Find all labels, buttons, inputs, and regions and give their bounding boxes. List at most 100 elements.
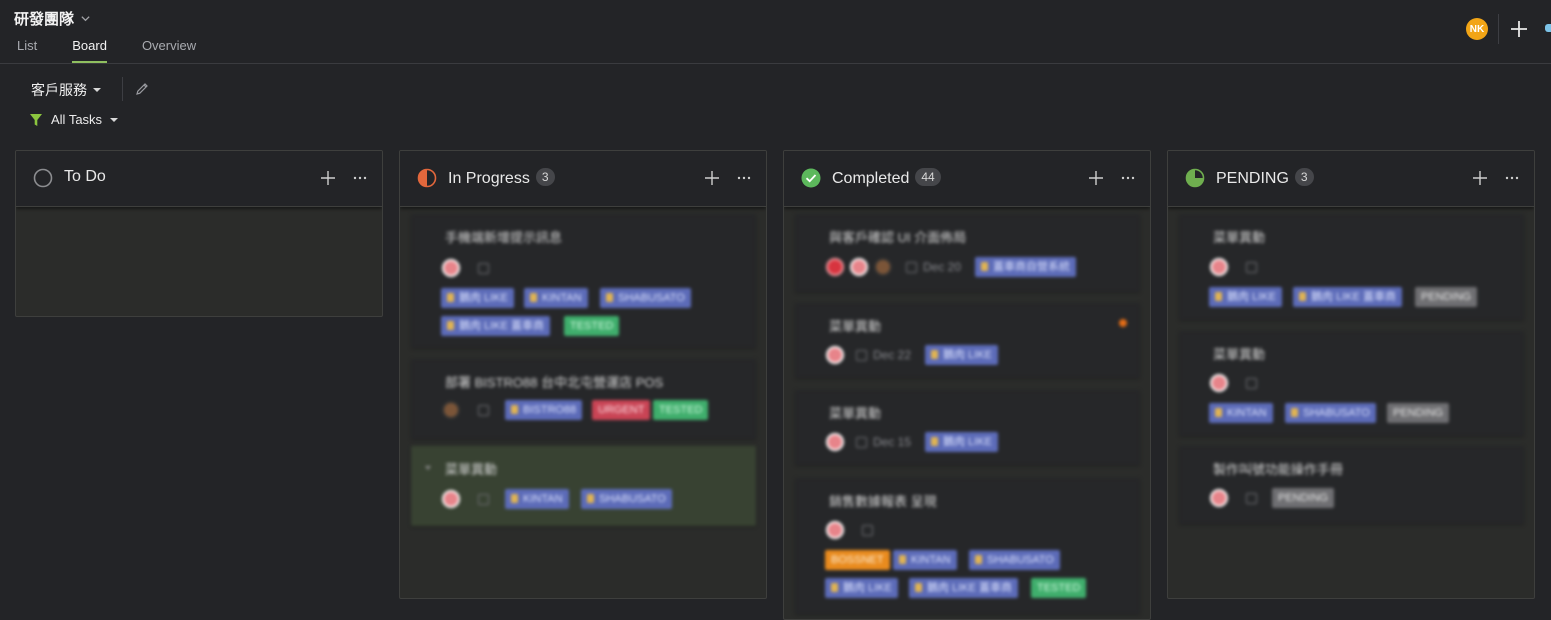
calendar-icon[interactable] [1246,378,1257,389]
chevron-down-icon[interactable] [80,13,91,24]
card-title: 菜單異動 [1213,347,1266,362]
calendar-icon[interactable] [478,263,489,274]
pencil-icon[interactable] [134,81,150,97]
funnel-icon [30,113,42,126]
tag[interactable]: 鵝肉 LIKE 蓋車商 [441,316,550,336]
top-bar: 研發團隊 List Board Overview NK [0,0,1551,64]
column-header: To Do [16,151,382,207]
ellipsis-icon[interactable] [1504,170,1520,186]
assignee-avatar[interactable] [826,433,844,451]
assignee-avatar[interactable] [1210,489,1228,507]
tag[interactable]: URGENT [592,400,651,420]
tag[interactable]: PENDING [1387,403,1450,423]
calendar-icon[interactable] [1246,262,1257,273]
task-filter[interactable]: All Tasks [29,112,119,127]
calendar-icon[interactable] [1246,493,1257,504]
tag[interactable]: BISTRO88 [505,400,583,420]
due-date[interactable]: Dec 15 [873,435,911,449]
column-title: To Do [64,168,106,186]
task-card[interactable]: 菜單異動 Dec 22 鵝肉 LIKE [795,303,1140,378]
column-title-text: To Do [64,168,106,185]
view-selector[interactable]: 客戶服務 [31,80,101,100]
tag[interactable]: TESTED [1031,578,1087,598]
ellipsis-icon[interactable] [736,170,752,186]
tag[interactable]: 蓋車商自營系統 [975,257,1076,277]
task-card[interactable]: 部署 BISTRO88 台中北屯營運店 POS BISTRO88 URGENT … [411,359,756,439]
tab-list[interactable]: List [17,36,37,63]
calendar-icon[interactable] [856,437,867,448]
calendar-icon[interactable] [856,350,867,361]
assignee-avatar[interactable] [826,346,844,364]
task-card[interactable]: 手機端新增提示訊息 鵝肉 LIKE KINTAN SHABUSATO 鵝肉 LI… [411,214,756,348]
due-date[interactable]: Dec 22 [873,348,911,362]
add-task-icon[interactable] [320,170,336,186]
task-card[interactable]: 銷售數據報表 呈現 BOSSNET KINTAN SHABUSATO 鵝肉 LI… [795,478,1140,614]
tag[interactable]: 鵝肉 LIKE [925,432,998,452]
assignee-avatar[interactable] [826,258,844,276]
user-avatar[interactable]: NK [1466,18,1488,40]
assignee-avatar[interactable] [442,490,460,508]
due-date[interactable]: Dec 20 [923,260,961,274]
card-title: 菜單異動 [829,319,882,334]
add-icon[interactable] [1508,18,1530,40]
assignee-avatar[interactable] [1210,374,1228,392]
column-header: In Progress 3 [400,151,766,207]
task-card[interactable]: 菜單異動 KINTAN SHABUSATO [411,446,756,526]
assignee-avatar[interactable] [874,258,892,276]
priority-dot [1119,319,1127,327]
assignee-avatar[interactable] [442,259,460,277]
filter-label: All Tasks [51,112,103,127]
tag[interactable]: KINTAN [505,489,569,509]
calendar-icon[interactable] [862,525,873,536]
calendar-icon[interactable] [906,262,917,273]
header-divider [1498,14,1499,44]
expand-caret-icon[interactable] [425,466,431,470]
add-task-icon[interactable] [704,170,720,186]
column-in-progress: In Progress 3 手機端新增提示訊息 鵝肉 LIKE KINTAN SH… [399,150,767,599]
task-card[interactable]: 製作叫號功能操作手冊 PENDING [1179,446,1524,524]
tag[interactable]: BOSSNET [825,550,890,570]
ellipsis-icon[interactable] [352,170,368,186]
status-half-icon [417,168,437,188]
tag[interactable]: PENDING [1415,287,1478,307]
tag[interactable]: KINTAN [1209,403,1273,423]
column-count-badge: 3 [535,168,555,186]
tag[interactable]: 鵝肉 LIKE [441,288,514,308]
tag[interactable]: 鵝肉 LIKE 蓋車商 [1293,287,1402,307]
calendar-icon[interactable] [478,405,489,416]
project-title-text: 研發團隊 [14,11,75,28]
tag[interactable]: 鵝肉 LIKE [1209,287,1282,307]
calendar-icon[interactable] [478,494,489,505]
task-card[interactable]: 菜單異動 KINTAN SHABUSATO PENDING [1179,331,1524,436]
tag[interactable]: SHABUSATO [600,288,691,308]
tag[interactable]: KINTAN [524,288,588,308]
tag[interactable]: 鵝肉 LIKE 蓋車商 [909,578,1018,598]
tag[interactable]: SHABUSATO [969,550,1060,570]
assignee-avatar[interactable] [826,521,844,539]
tag[interactable]: PENDING [1272,488,1335,508]
column-title: Completed 44 [832,168,941,188]
tab-board[interactable]: Board [72,36,107,63]
tag[interactable]: SHABUSATO [581,489,672,509]
tag[interactable]: KINTAN [893,550,957,570]
task-card[interactable]: 菜單異動 Dec 15 鵝肉 LIKE [795,390,1140,465]
tag[interactable]: SHABUSATO [1285,403,1376,423]
tag[interactable]: 鵝肉 LIKE [825,578,898,598]
ellipsis-icon[interactable] [1120,170,1136,186]
assignee-avatar[interactable] [1210,258,1228,276]
add-task-icon[interactable] [1472,170,1488,186]
assignee-avatar[interactable] [442,401,460,419]
column-count-badge: 44 [915,168,941,186]
status-circle-icon [33,168,53,188]
tag[interactable]: TESTED [653,400,709,420]
task-card[interactable]: 與客戶確認 UI 介面佈局 Dec 20 蓋車商自營系統 [795,214,1140,292]
task-card[interactable]: 菜單異動 鵝肉 LIKE 鵝肉 LIKE 蓋車商 PENDING [1179,214,1524,320]
tag[interactable]: TESTED [564,316,620,336]
add-task-icon[interactable] [1088,170,1104,186]
tag[interactable]: 鵝肉 LIKE [925,345,998,365]
tab-overview[interactable]: Overview [142,36,196,63]
assignee-avatar[interactable] [850,258,868,276]
project-title[interactable]: 研發團隊 [14,8,91,29]
column-pending: PENDING 3 菜單異動 鵝肉 LIKE 鵝肉 LIKE 蓋車商 PENDIN… [1167,150,1535,599]
card-title: 銷售數據報表 呈現 [829,494,937,509]
